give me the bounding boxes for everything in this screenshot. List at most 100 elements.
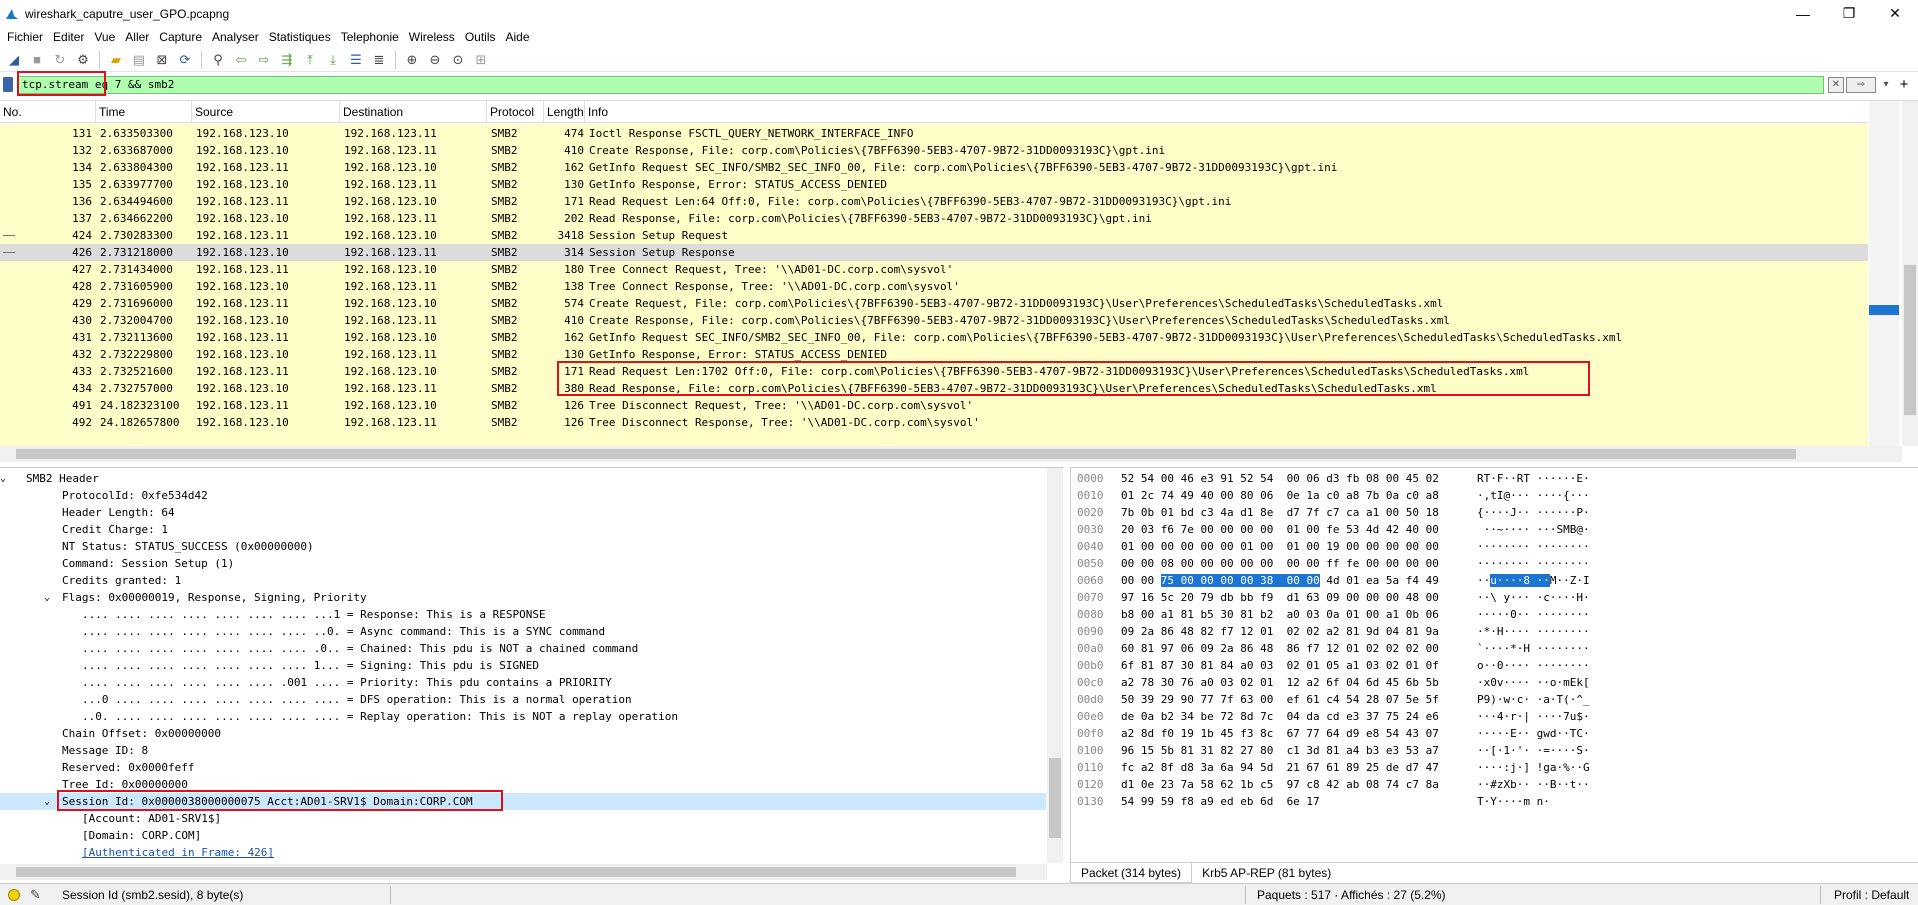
scrollbar-thumb[interactable] — [1049, 758, 1061, 838]
close-file-icon[interactable]: ⊠ — [152, 50, 172, 70]
packet-list-vscrollbar[interactable] — [1902, 101, 1918, 446]
bookmark-icon[interactable] — [3, 77, 13, 92]
stop-capture-icon[interactable]: ■ — [27, 50, 47, 70]
menu-fichier[interactable]: Fichier — [2, 30, 48, 44]
zoom-in-icon[interactable]: ⊕ — [402, 50, 422, 70]
field-protocol-id[interactable]: ProtocolId: 0xfe534d42 — [62, 487, 208, 504]
capture-options-icon[interactable]: ⚙ — [73, 50, 93, 70]
field-header-length[interactable]: Header Length: 64 — [62, 504, 175, 521]
packet-row[interactable]: 132 2.633687000 192.168.123.10 192.168.123.… — [0, 142, 1868, 159]
packet-row[interactable]: 429 2.731696000 192.168.123.11 192.168.123.… — [0, 295, 1868, 312]
menu-aller[interactable]: Aller — [120, 30, 154, 44]
field-command[interactable]: Command: Session Setup (1) — [62, 555, 234, 572]
chevron-down-icon[interactable]: ▾ — [1878, 77, 1894, 93]
col-header-source[interactable]: Source — [192, 101, 340, 123]
field-credits-granted[interactable]: Credits granted: 1 — [62, 572, 181, 589]
packet-row[interactable]: 131 2.633503300 192.168.123.10 192.168.123.… — [0, 125, 1868, 142]
chevron-down-icon[interactable]: ⌄ — [44, 589, 50, 606]
flag-chained[interactable]: .... .... .... .... .... .... .... .0.. … — [82, 640, 638, 657]
details-hscrollbar[interactable] — [0, 864, 1047, 880]
packet-row[interactable]: 431 2.732113600 192.168.123.11 192.168.123.… — [0, 329, 1868, 346]
tab-krb5-ap-rep[interactable]: Krb5 AP-REP (81 bytes) — [1192, 863, 1341, 883]
zoom-out-icon[interactable]: ⊖ — [425, 50, 445, 70]
display-filter-input[interactable]: tcp.stream eq 7 && smb2 — [17, 76, 1824, 94]
packet-row[interactable]: 426 2.731218000 192.168.123.10 192.168.123.… — [0, 244, 1868, 261]
colorize-icon[interactable]: ≣ — [369, 50, 389, 70]
bytes-row[interactable]: 00f0 a2 8d f0 19 1b 45 f3 8c 67 77 64 d9 … — [1071, 725, 1917, 742]
go-forward-icon[interactable]: ⇨ — [254, 50, 274, 70]
flag-priority[interactable]: .... .... .... .... .... .... .001 .... … — [82, 674, 612, 691]
bytes-row[interactable]: 0110 fc a2 8f d8 3a 6a 94 5d 21 67 61 89 … — [1071, 759, 1917, 776]
packet-row[interactable]: 136 2.634494600 192.168.123.11 192.168.123.… — [0, 193, 1868, 210]
flag-signing[interactable]: .... .... .... .... .... .... .... 1... … — [82, 657, 539, 674]
close-button[interactable]: ✕ — [1872, 0, 1918, 27]
bytes-row[interactable]: 00b0 6f 81 87 30 81 84 a0 03 02 01 05 a1 … — [1071, 657, 1917, 674]
field-domain[interactable]: [Domain: CORP.COM] — [82, 827, 201, 844]
menu-aide[interactable]: Aide — [501, 30, 535, 44]
bytes-row[interactable]: 0040 01 00 00 00 00 00 01 00 01 00 19 00 … — [1071, 538, 1917, 555]
normal-size-icon[interactable]: ⊙ — [448, 50, 468, 70]
go-to-packet-icon[interactable]: ⇶ — [277, 50, 297, 70]
bytes-row[interactable]: 0010 01 2c 74 49 40 00 80 06 0e 1a c0 a8 … — [1071, 487, 1917, 504]
find-packet-icon[interactable]: ⚲ — [208, 50, 228, 70]
restart-capture-icon[interactable]: ↻ — [50, 50, 70, 70]
col-header-destination[interactable]: Destination — [340, 101, 487, 123]
col-header-no[interactable]: No. — [0, 101, 96, 123]
maximize-button[interactable]: ❐ — [1826, 0, 1872, 27]
field-chain-offset[interactable]: Chain Offset: 0x00000000 — [62, 725, 221, 742]
minimize-button[interactable]: — — [1780, 0, 1826, 27]
col-header-protocol[interactable]: Protocol — [487, 101, 544, 123]
col-header-info[interactable]: Info — [585, 101, 1868, 123]
menu-wireless[interactable]: Wireless — [404, 30, 460, 44]
flag-dfs[interactable]: ...0 .... .... .... .... .... .... .... … — [82, 691, 632, 708]
bytes-row[interactable]: 0080 b8 00 a1 81 b5 30 81 b2 a0 03 0a 01 … — [1071, 606, 1917, 623]
field-credit-charge[interactable]: Credit Charge: 1 — [62, 521, 168, 538]
bytes-row[interactable]: 0120 d1 0e 23 7a 58 62 1b c5 97 c8 42 ab … — [1071, 776, 1917, 793]
field-message-id[interactable]: Message ID: 8 — [62, 742, 148, 759]
packet-row[interactable]: 428 2.731605900 192.168.123.10 192.168.123.… — [0, 278, 1868, 295]
tree-node-flags[interactable]: ⌄ Flags: 0x00000019, Response, Signing, P… — [44, 589, 367, 606]
scrollbar-thumb[interactable] — [16, 867, 1016, 877]
bytes-row[interactable]: 0000 52 54 00 46 e3 91 52 54 00 06 d3 fb … — [1071, 470, 1917, 487]
bytes-row[interactable]: 0030 20 03 f6 7e 00 00 00 00 01 00 fe 53 … — [1071, 521, 1917, 538]
first-packet-icon[interactable]: ⤒ — [300, 50, 320, 70]
authenticated-frame-link[interactable]: [Authenticated in Frame: 426] — [82, 844, 274, 861]
chevron-down-icon[interactable]: ⌄ — [0, 470, 6, 487]
scrollbar-thumb[interactable] — [16, 449, 1796, 459]
bytes-row[interactable]: 0130 54 99 59 f8 a9 ed eb 6d 6e 17 T·Y····… — [1071, 793, 1917, 810]
bytes-row[interactable]: 00d0 50 39 29 90 77 7f 63 00 ef 61 c4 54 … — [1071, 691, 1917, 708]
reload-file-icon[interactable]: ⟳ — [175, 50, 195, 70]
status-profile[interactable]: Profil : Default — [1834, 888, 1909, 902]
clear-filter-icon[interactable]: ✕ — [1828, 77, 1844, 93]
resize-columns-icon[interactable]: ⊞ — [471, 50, 491, 70]
packet-row[interactable]: 137 2.634662200 192.168.123.10 192.168.123.… — [0, 210, 1868, 227]
scrollbar-thumb[interactable] — [1904, 265, 1916, 415]
packet-minimap[interactable] — [1868, 101, 1900, 446]
packet-row[interactable]: 135 2.633977700 192.168.123.10 192.168.123.… — [0, 176, 1868, 193]
col-header-length[interactable]: Length — [544, 101, 585, 123]
field-reserved[interactable]: Reserved: 0x0000feff — [62, 759, 194, 776]
menu-statistiques[interactable]: Statistiques — [264, 30, 336, 44]
save-file-icon[interactable]: ▤ — [129, 50, 149, 70]
bytes-row[interactable]: 0050 00 00 08 00 00 00 00 00 00 00 ff fe … — [1071, 555, 1917, 572]
apply-filter-icon[interactable]: ⇒ — [1846, 77, 1876, 93]
col-header-time[interactable]: Time — [96, 101, 192, 123]
tree-node-smb2-header[interactable]: ⌄ SMB2 Header — [0, 470, 99, 487]
bytes-row[interactable]: 00a0 60 81 97 06 09 2a 86 48 86 f7 12 01 … — [1071, 640, 1917, 657]
autoscroll-icon[interactable]: ☰ — [346, 50, 366, 70]
bytes-row[interactable]: 00c0 a2 78 30 76 a0 03 02 01 12 a2 6f 04 … — [1071, 674, 1917, 691]
add-filter-button-icon[interactable]: + — [1896, 76, 1912, 94]
field-nt-status[interactable]: NT Status: STATUS_SUCCESS (0x00000000) — [62, 538, 314, 555]
packet-row[interactable]: 427 2.731434000 192.168.123.11 192.168.123.… — [0, 261, 1868, 278]
last-packet-icon[interactable]: ⤓ — [323, 50, 343, 70]
packet-row[interactable]: 492 24.182657800 192.168.123.10 192.168.123… — [0, 414, 1868, 431]
go-back-icon[interactable]: ⇦ — [231, 50, 251, 70]
open-file-icon[interactable]: ▰ — [106, 50, 126, 70]
flag-replay[interactable]: ..0. .... .... .... .... .... .... .... … — [82, 708, 678, 725]
menu-telephonie[interactable]: Telephonie — [336, 30, 404, 44]
packet-list-hscrollbar[interactable] — [0, 446, 1902, 462]
expert-info-icon[interactable] — [8, 889, 20, 901]
packet-row[interactable]: 424 2.730283300 192.168.123.11 192.168.123.… — [0, 227, 1868, 244]
packet-row[interactable]: 430 2.732004700 192.168.123.10 192.168.123.… — [0, 312, 1868, 329]
menu-capture[interactable]: Capture — [154, 30, 207, 44]
